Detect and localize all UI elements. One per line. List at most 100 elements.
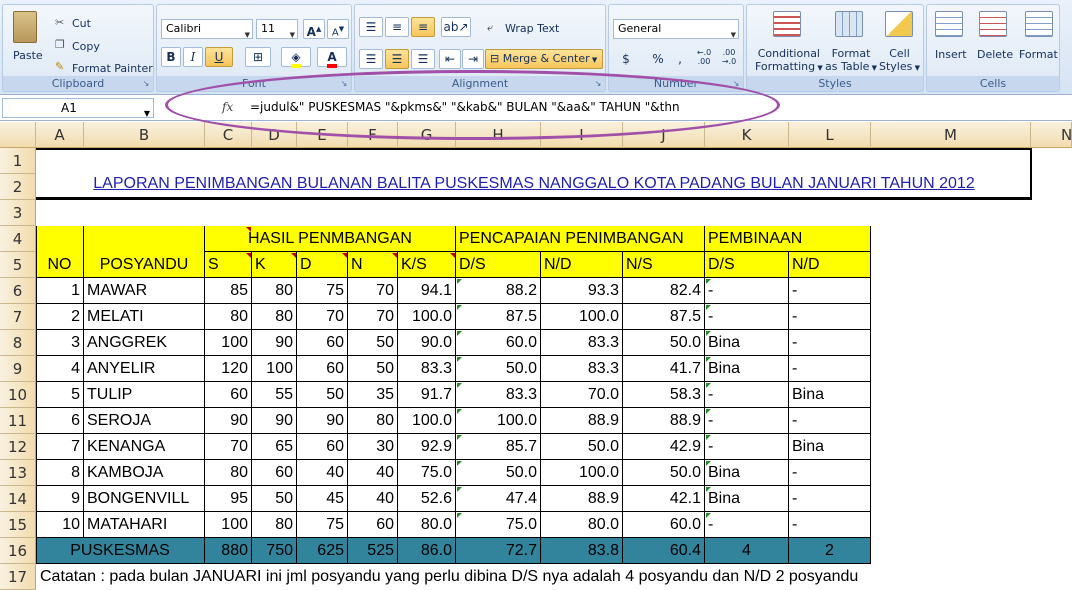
table-cell[interactable]: 87.5	[456, 304, 541, 330]
error-indicator-icon[interactable]	[706, 513, 711, 518]
table-cell[interactable]: 55	[252, 382, 297, 408]
table-cell[interactable]: 42.9	[623, 434, 705, 460]
table-cell[interactable]: KENANGA	[84, 434, 205, 460]
borders-button[interactable]: ⊞	[245, 47, 271, 67]
table-cell[interactable]: 70	[205, 434, 252, 460]
table-cell[interactable]: MELATI	[84, 304, 205, 330]
total-cell[interactable]: 525	[348, 538, 398, 564]
table-cell[interactable]: Bina	[705, 460, 789, 486]
table-cell[interactable]: MAWAR	[84, 278, 205, 304]
column-header[interactable]: N	[1031, 122, 1072, 148]
table-cell[interactable]: 100	[205, 330, 252, 356]
column-header[interactable]: M	[871, 122, 1031, 148]
table-cell[interactable]: -	[789, 278, 871, 304]
align-top-button[interactable]: ☰	[359, 17, 383, 37]
column-header[interactable]: E	[297, 122, 348, 148]
table-cell[interactable]: Bina	[789, 434, 871, 460]
align-bottom-button[interactable]: ≡	[411, 17, 435, 37]
table-cell[interactable]: Bina	[705, 356, 789, 382]
row-header[interactable]: 13	[0, 460, 36, 486]
total-cell[interactable]: 72.7	[456, 538, 541, 564]
row-header[interactable]: 14	[0, 486, 36, 512]
format-as-table-button[interactable]: Format as Table ▼	[825, 47, 877, 75]
row-header[interactable]: 12	[0, 434, 36, 460]
table-cell[interactable]: 47.4	[456, 486, 541, 512]
table-cell[interactable]: 80	[252, 304, 297, 330]
row-header[interactable]: 16	[0, 538, 36, 564]
formula-input[interactable]: =judul&" PUSKESMAS "&pkms&" "&kab&" BULA…	[250, 100, 680, 114]
comma-button[interactable]: ,	[671, 49, 689, 69]
comment-indicator-icon[interactable]	[291, 253, 296, 258]
total-cell[interactable]: 2	[789, 538, 871, 564]
total-cell[interactable]: 750	[252, 538, 297, 564]
conditional-formatting-icon[interactable]	[773, 11, 801, 37]
row-header[interactable]: 2	[0, 174, 36, 200]
table-cell[interactable]: 88.2	[456, 278, 541, 304]
row-header[interactable]: 7	[0, 304, 36, 330]
table-cell[interactable]: 83.3	[456, 382, 541, 408]
error-indicator-icon[interactable]	[457, 279, 462, 284]
table-cell[interactable]: 100	[205, 512, 252, 538]
column-title-cell[interactable]: POSYANDU	[84, 252, 205, 278]
table-cell[interactable]: ANGGREK	[84, 330, 205, 356]
table-cell[interactable]: 90	[252, 330, 297, 356]
format-button[interactable]: Format	[1019, 48, 1058, 61]
dialog-launcher-icon[interactable]: ↘	[141, 79, 151, 89]
table-cell[interactable]: BONGENVILL	[84, 486, 205, 512]
table-cell[interactable]: 92.9	[398, 434, 456, 460]
table-cell[interactable]: 35	[348, 382, 398, 408]
row-header[interactable]: 17	[0, 564, 36, 590]
table-cell[interactable]: -	[705, 278, 789, 304]
column-header[interactable]: A	[36, 122, 84, 148]
error-indicator-icon[interactable]	[457, 487, 462, 492]
table-cell[interactable]: 5	[36, 382, 84, 408]
table-cell[interactable]: 100.0	[456, 408, 541, 434]
row-header[interactable]: 3	[0, 200, 36, 226]
table-cell[interactable]: Bina	[789, 382, 871, 408]
number-format-dropdown[interactable]: General ▼	[613, 19, 739, 39]
column-header[interactable]: F	[348, 122, 398, 148]
table-cell[interactable]: 50.0	[456, 356, 541, 382]
table-cell[interactable]: 7	[36, 434, 84, 460]
insert-cells-icon[interactable]	[935, 11, 963, 37]
error-indicator-icon[interactable]	[706, 331, 711, 336]
error-indicator-icon[interactable]	[706, 305, 711, 310]
table-cell[interactable]: 70	[348, 278, 398, 304]
table-cell[interactable]: 60	[297, 330, 348, 356]
table-cell[interactable]: 3	[36, 330, 84, 356]
table-cell[interactable]: 80.0	[541, 512, 623, 538]
column-title-cell[interactable]: N/D	[789, 252, 871, 278]
error-indicator-icon[interactable]	[706, 461, 711, 466]
total-cell[interactable]: 86.0	[398, 538, 456, 564]
table-cell[interactable]: 40	[348, 486, 398, 512]
column-header[interactable]: D	[252, 122, 297, 148]
align-left-button[interactable]: ☰	[359, 49, 383, 69]
table-cell[interactable]: 100.0	[541, 304, 623, 330]
table-cell[interactable]: 80	[205, 304, 252, 330]
table-cell[interactable]: 75.0	[398, 460, 456, 486]
row-header[interactable]: 10	[0, 382, 36, 408]
error-indicator-icon[interactable]	[457, 435, 462, 440]
table-cell[interactable]: KAMBOJA	[84, 460, 205, 486]
table-cell[interactable]: 4	[36, 356, 84, 382]
table-cell[interactable]: 83.3	[541, 330, 623, 356]
error-indicator-icon[interactable]	[457, 305, 462, 310]
format-as-table-icon[interactable]	[835, 11, 863, 37]
currency-button[interactable]: $	[613, 49, 639, 69]
table-cell[interactable]: 50	[348, 330, 398, 356]
table-cell[interactable]: 90.0	[398, 330, 456, 356]
error-indicator-icon[interactable]	[706, 409, 711, 414]
table-cell[interactable]: 41.7	[623, 356, 705, 382]
format-painter-button[interactable]: Format Painter	[72, 62, 153, 75]
column-header[interactable]: G	[398, 122, 456, 148]
table-cell[interactable]: 94.1	[398, 278, 456, 304]
header-cell[interactable]	[84, 226, 205, 252]
name-box[interactable]: A1 ▼	[2, 98, 154, 118]
table-cell[interactable]: 88.9	[541, 408, 623, 434]
table-cell[interactable]: 95	[205, 486, 252, 512]
table-cell[interactable]: -	[705, 512, 789, 538]
row-header[interactable]: 11	[0, 408, 36, 434]
group-header-hasil[interactable]: HASIL PENMBANGAN	[205, 226, 456, 252]
table-cell[interactable]: 9	[36, 486, 84, 512]
error-indicator-icon[interactable]	[457, 513, 462, 518]
